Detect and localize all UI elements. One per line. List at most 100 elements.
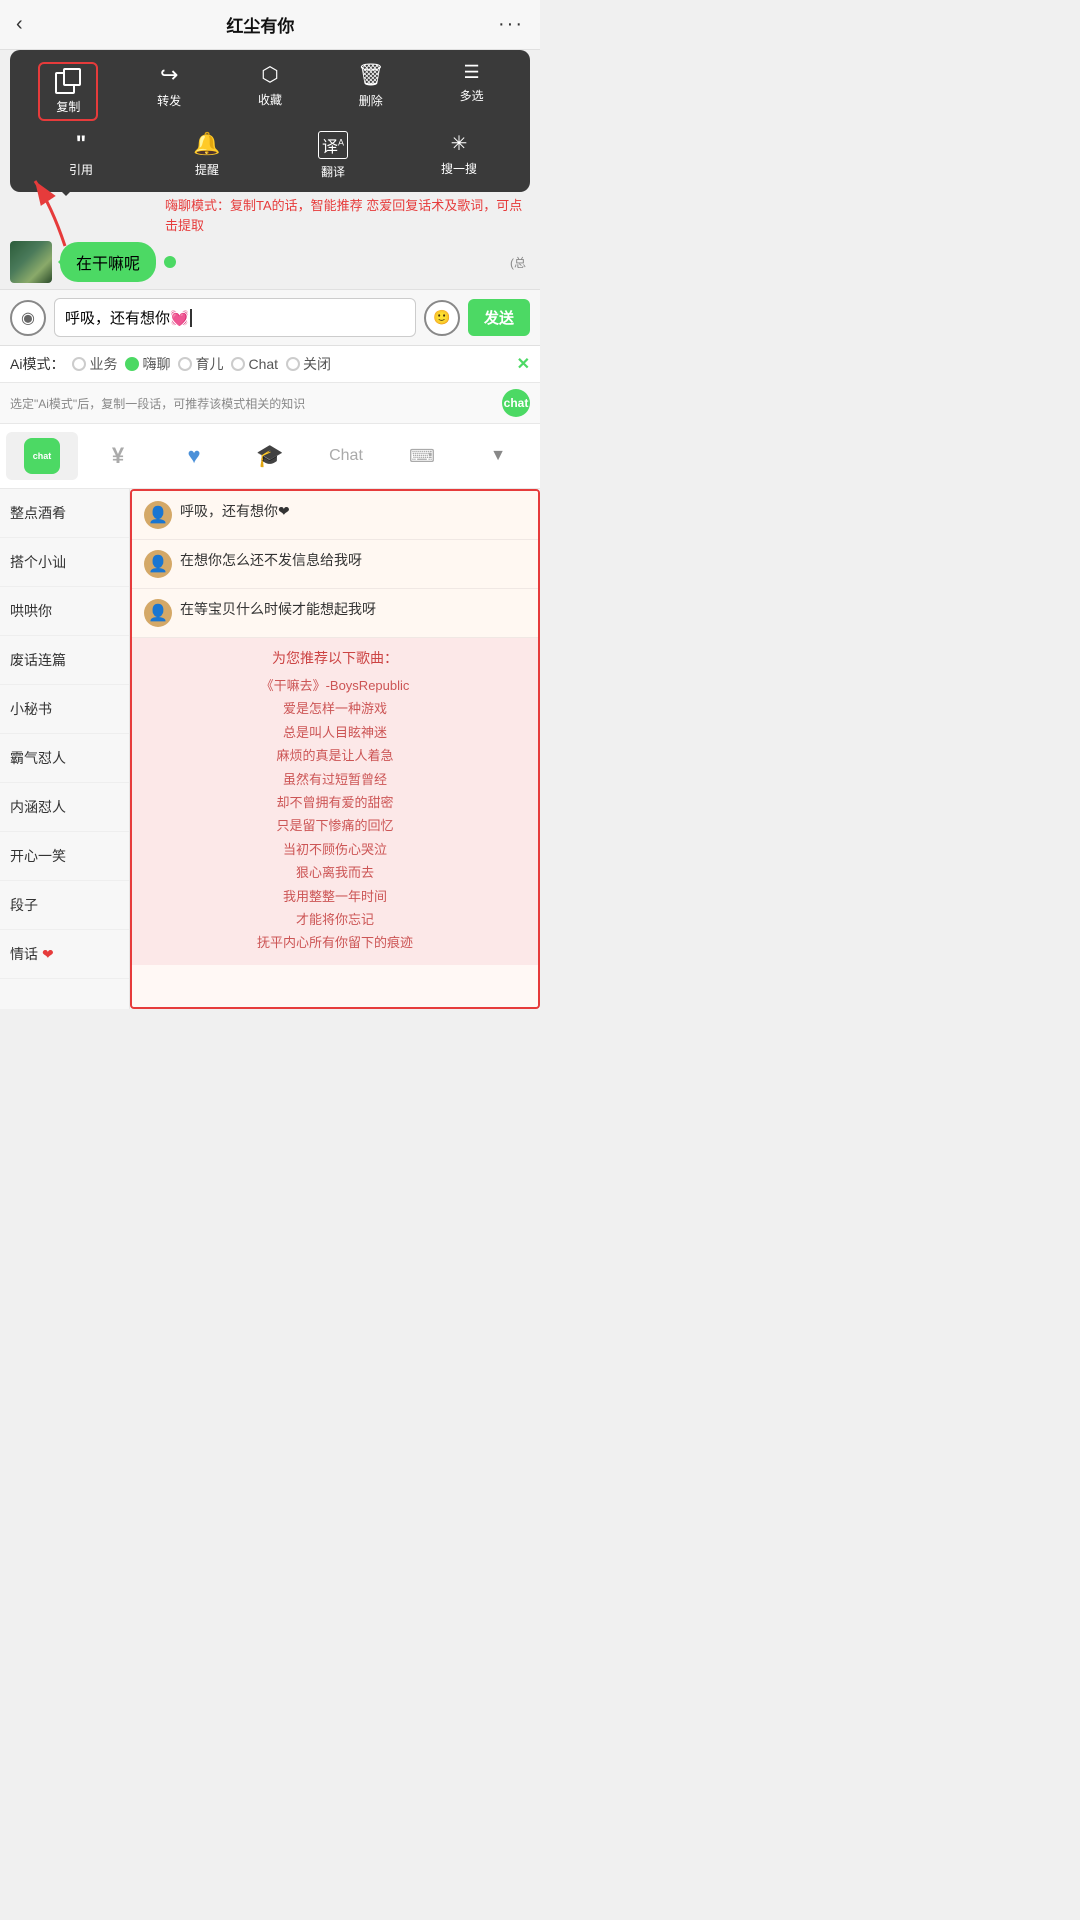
sidebar-item-duanzi[interactable]: 段子 [0,881,129,930]
message-input[interactable]: 呼吸，还有想你💓 [54,298,416,337]
menu-delete-label: 删除 [359,92,383,109]
suggestion-1[interactable]: 👤 呼吸，还有想你❤ [132,491,538,540]
menu-forward[interactable]: ↪ 转发 [139,62,199,121]
sidebar-item-baqiren[interactable]: 霸气怼人 [0,734,129,783]
toolbar-heart[interactable]: ♥ [158,437,230,475]
suggestion-text-1: 呼吸，还有想你❤ [180,501,290,522]
left-sidebar: 整点酒肴 搭个小讪 哄哄你 废话连篇 小秘书 霸气怼人 内涵怼人 开心一笑 段子… [0,489,130,1009]
song-section: 为您推荐以下歌曲： 《干嘛去》-BoysRepublic 爱是怎样一种游戏 总是… [132,638,538,965]
menu-multiselect[interactable]: ☰ 多选 [442,62,502,121]
hint-bar: 选定"Ai模式"后，复制一段话，可推荐该模式相关的知识 chat [0,383,540,424]
total-label: (总 [510,254,530,271]
lyric-5: 只是留下惨痛的回忆 [144,814,526,837]
chat-bubble-row: 在干嘛呢 (总 [10,241,530,283]
lyric-6: 当初不顾伤心哭泣 [144,838,526,861]
suggestion-text-3: 在等宝贝什么时候才能想起我呀 [180,599,376,620]
more-button[interactable]: ··· [498,13,524,36]
lyric-8: 我用整整一年时间 [144,885,526,908]
graduation-icon: 🎓 [256,443,283,469]
menu-copy-label: 复制 [56,98,80,115]
toolbar-keyboard[interactable]: ⌨ [386,440,458,473]
mode-close-label: 关闭 [303,354,331,374]
toolbar-grad[interactable]: 🎓 [234,437,306,475]
sidebar-item-xiaomishu[interactable]: 小秘书 [0,685,129,734]
emoji-button[interactable]: 🙂 [424,300,460,336]
expand-icon: ▼ [490,447,506,465]
sidebar-item-hahaha[interactable]: 哄哄你 [0,587,129,636]
mode-parenting-label: 育儿 [195,354,223,374]
toolbar-chat-text[interactable]: Chat [310,441,382,471]
keyboard-icon: ⌨ [409,446,435,467]
lyric-2: 麻烦的真是让人着急 [144,744,526,767]
suggestion-text-2: 在想你怎么还不发信息给我呀 [180,550,362,571]
radio-business [72,357,86,371]
chat-text-icon: Chat [329,447,363,465]
radio-haichat [125,357,139,371]
context-menu: 复制 ↪ 转发 ⬡ 收藏 🗑 删除 ☰ 多选 " 引用 🔔 提醒 译A 翻译 [10,50,530,192]
close-button[interactable]: ✕ [517,354,530,374]
song-section-title: 为您推荐以下歌曲： [144,648,526,668]
delete-icon: 🗑 [357,62,385,88]
menu-translate[interactable]: 译A 翻译 [303,131,363,180]
chat-message: 在干嘛呢 [76,256,140,273]
sidebar-item-qinghua[interactable]: 情话 ❤ [0,930,129,979]
sidebar-item-zhengdian[interactable]: 整点酒肴 [0,489,129,538]
hint-text: 选定"Ai模式"后，复制一段话，可推荐该模式相关的知识 [10,395,305,412]
toolbar-chat-ai[interactable]: chat [6,432,78,480]
down-arrow [421,489,540,490]
lyric-4: 却不曾拥有爱的甜密 [144,791,526,814]
radio-parenting [178,357,192,371]
forward-icon: ↪ [160,62,178,88]
voice-button[interactable]: ◉ [10,300,46,336]
lyric-3: 虽然有过短暂曾经 [144,768,526,791]
sidebar-item-kaixin[interactable]: 开心一笑 [0,832,129,881]
menu-search[interactable]: ✳ 搜一搜 [429,131,489,180]
suggestion-3[interactable]: 👤 在等宝贝什么时候才能想起我呀 [132,589,538,638]
annotation-area: 嗨聊模式：复制TA的话，智能推荐 恋爱回复话术及歌词，可点击提取 [10,196,530,235]
toolbar-expand[interactable]: ▼ [462,441,534,471]
lyric-7: 狠心离我而去 [144,861,526,884]
menu-translate-label: 翻译 [321,163,345,180]
lyric-1: 总是叫人目眩神迷 [144,721,526,744]
right-panel: 👤 呼吸，还有想你❤ 👤 在想你怎么还不发信息给我呀 👤 在等宝贝什么时候才能想… [130,489,540,1009]
menu-search-label: 搜一搜 [441,160,477,177]
remind-icon: 🔔 [193,131,220,157]
menu-forward-label: 转发 [157,92,181,109]
menu-quote[interactable]: " 引用 [51,131,111,180]
chat-ai-icon: chat [24,438,60,474]
toolbar-money[interactable]: ¥ [82,437,154,475]
text-cursor [190,309,192,327]
sidebar-item-neihanyiren[interactable]: 内涵怼人 [0,783,129,832]
mode-business[interactable]: 业务 [72,354,117,374]
emoji-icon: 🙂 [433,309,450,326]
translate-icon: 译A [318,131,348,159]
menu-delete[interactable]: 🗑 删除 [341,62,401,121]
context-menu-row-1: 复制 ↪ 转发 ⬡ 收藏 🗑 删除 ☰ 多选 [18,62,522,121]
back-button[interactable]: ‹ [16,13,23,36]
suggestion-avatar-2: 👤 [144,550,172,578]
radio-chat [231,357,245,371]
multiselect-icon: ☰ [464,62,480,83]
money-icon: ¥ [112,443,124,469]
chat-bubble: 在干嘛呢 [60,242,156,282]
mode-haichat[interactable]: 嗨聊 [125,354,170,374]
menu-collect-label: 收藏 [258,91,282,108]
mode-business-label: 业务 [89,354,117,374]
send-button[interactable]: 发送 [468,299,530,336]
ai-mode-label: Ai模式： [10,354,64,374]
input-area: ◉ 呼吸，还有想你💓 🙂 发送 [0,289,540,346]
suggestion-avatar-3: 👤 [144,599,172,627]
mode-close[interactable]: 关闭 [286,354,331,374]
main-content: 整点酒肴 搭个小讪 哄哄你 废话连篇 小秘书 霸气怼人 内涵怼人 开心一笑 段子… [0,489,540,1009]
mode-chat[interactable]: Chat [231,356,278,372]
mode-haichat-label: 嗨聊 [142,354,170,374]
menu-copy[interactable]: 复制 [38,62,98,121]
menu-collect[interactable]: ⬡ 收藏 [240,62,300,121]
input-text: 呼吸，还有想你💓 [65,307,189,328]
suggestion-2[interactable]: 👤 在想你怎么还不发信息给我呀 [132,540,538,589]
sidebar-item-fehua[interactable]: 废话连篇 [0,636,129,685]
sidebar-item-dage[interactable]: 搭个小讪 [0,538,129,587]
menu-remind[interactable]: 🔔 提醒 [177,131,237,180]
ai-mode-bar: Ai模式： 业务 嗨聊 育儿 Chat 关闭 ✕ [0,346,540,383]
mode-parenting[interactable]: 育儿 [178,354,223,374]
